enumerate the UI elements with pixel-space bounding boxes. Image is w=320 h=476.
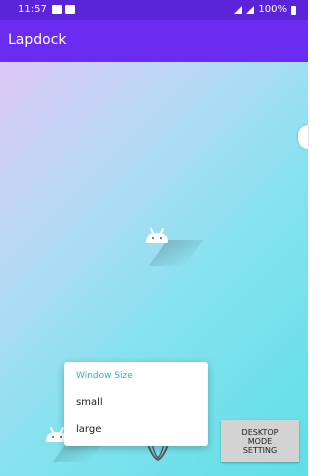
button-line: SETTING	[242, 445, 278, 455]
desktop-mode-setting-button[interactable]: DESKTOP MODE SETTING	[221, 420, 299, 462]
menu-header: Window Size	[76, 371, 133, 381]
gallery-icon	[65, 5, 75, 14]
menu-item-small[interactable]: small	[76, 397, 103, 408]
android-icon[interactable]	[146, 233, 168, 243]
notification-icon	[52, 5, 62, 14]
button-line: DESKTOP	[241, 427, 279, 437]
signal-icon-2	[246, 6, 255, 14]
status-notification-icons	[52, 5, 75, 14]
window-size-menu: Window Size small large	[64, 362, 208, 446]
battery-percent: 100%	[258, 4, 287, 15]
edge-panel-handle[interactable]	[298, 125, 308, 149]
android-eye	[152, 237, 154, 239]
android-eye	[160, 237, 162, 239]
status-bar: 11:57 100%	[0, 0, 308, 20]
signal-icon	[234, 6, 243, 14]
battery-icon	[291, 5, 296, 15]
menu-item-large[interactable]: large	[76, 424, 101, 435]
app-bar: Lapdock	[0, 20, 308, 62]
status-time: 11:57	[18, 4, 47, 15]
button-line: MODE	[247, 436, 273, 446]
status-right: 100%	[234, 0, 296, 20]
android-eye	[52, 436, 54, 438]
app-title: Lapdock	[8, 32, 67, 48]
android-eye	[60, 436, 62, 438]
